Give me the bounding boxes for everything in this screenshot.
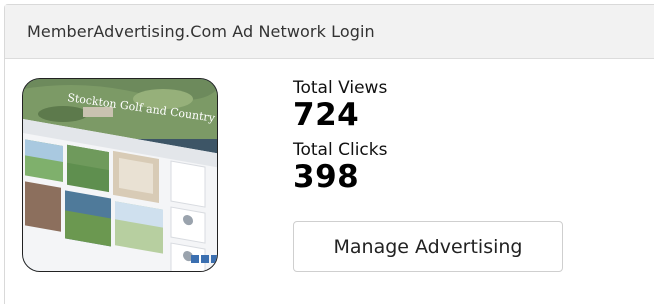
clicks-stat: Total Clicks 398 bbox=[293, 140, 387, 194]
ad-preview-thumbnail: Stockton Golf and Country Club bbox=[22, 78, 218, 272]
clicks-value: 398 bbox=[293, 159, 360, 195]
panel-header: MemberAdvertising.Com Ad Network Login bbox=[5, 5, 654, 59]
manage-advertising-button[interactable]: Manage Advertising bbox=[293, 221, 563, 272]
views-value: 724 bbox=[293, 97, 360, 133]
views-label: Total Views bbox=[293, 78, 388, 98]
views-stat: Total Views 724 bbox=[293, 78, 387, 132]
ad-stats: Total Views 724 Total Clicks 398 bbox=[293, 78, 387, 194]
panel-title: MemberAdvertising.Com Ad Network Login bbox=[27, 22, 375, 41]
clicks-label: Total Clicks bbox=[293, 140, 388, 160]
